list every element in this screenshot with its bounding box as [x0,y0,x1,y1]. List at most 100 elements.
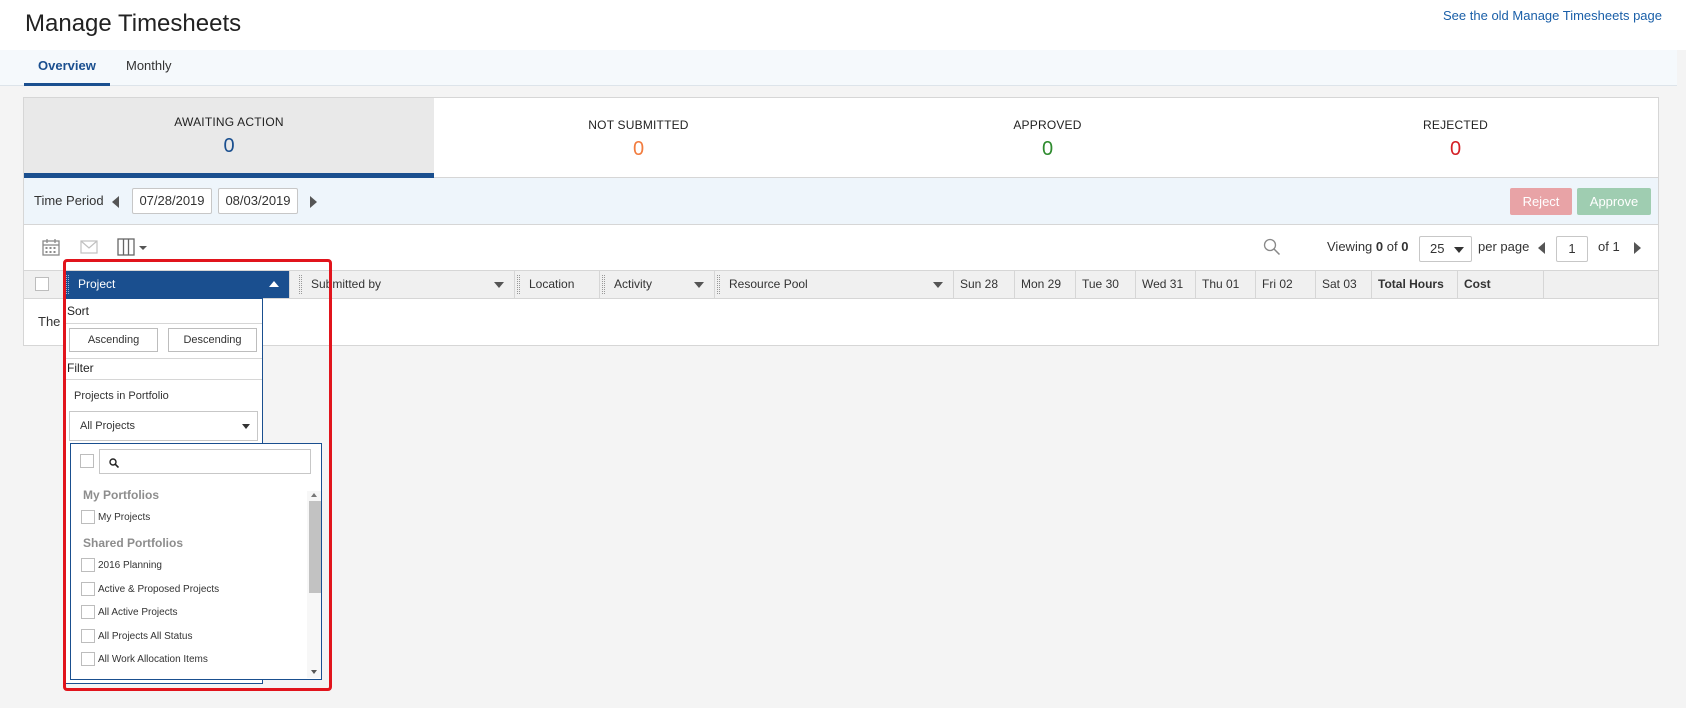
portfolio-item[interactable]: All Active Projects [81,604,177,620]
chevron-down-icon [242,424,250,429]
page-number-input[interactable]: 1 [1556,236,1588,262]
portfolio-item[interactable]: My Projects [81,509,150,525]
portfolio-item-label: All Work Allocation Items [98,653,208,665]
summary-card-rejected[interactable]: REJECTED 0 [1252,98,1659,178]
portfolio-item-label: Active & Proposed Projects [98,583,220,595]
group-heading-my-portfolios: My Portfolios [83,488,160,502]
divider [65,379,262,380]
portfolio-item-label: My Projects [98,511,151,523]
checkbox[interactable] [81,582,95,596]
portfolio-item[interactable]: All Projects All Status [81,628,192,644]
column-label: Location [529,277,575,291]
page-title: Manage Timesheets [25,10,242,37]
approve-button[interactable]: Approve [1577,188,1651,215]
portfolio-search-input[interactable] [99,449,311,474]
summary-card-awaiting-action[interactable]: AWAITING ACTION 0 [24,98,434,178]
reject-button[interactable]: Reject [1510,188,1572,215]
checkbox[interactable] [81,652,95,666]
previous-page-icon[interactable] [1538,242,1545,254]
column-header-total-hours[interactable]: Total Hours [1372,271,1458,298]
column-header-sat[interactable]: Sat 03 [1316,271,1372,298]
per-page-value: 25 [1430,241,1445,256]
column-header-wed[interactable]: Wed 31 [1136,271,1196,298]
period-end-date[interactable]: 08/03/2019 [218,188,298,214]
page-header [0,0,1686,50]
summary-count: 0 [632,138,645,160]
timesheet-panel: AWAITING ACTION 0 NOT SUBMITTED 0 APPROV… [23,97,1659,346]
summary-count: 0 [223,135,235,157]
sort-ascending-button[interactable]: Ascending [69,328,158,352]
filter-field-label: Projects in Portfolio [74,390,169,402]
tab-monthly[interactable]: Monthly [112,50,186,86]
divider [65,323,262,324]
scroll-thumb[interactable] [309,501,321,593]
next-period-icon[interactable] [310,196,317,208]
previous-period-icon[interactable] [112,196,119,208]
search-icon[interactable] [1263,238,1281,256]
viewing-prefix: Viewing [1327,239,1373,254]
column-header-cost[interactable]: Cost [1458,271,1544,298]
column-header-thu[interactable]: Thu 01 [1196,271,1256,298]
chevron-down-icon [494,282,504,288]
empty-grid-message: The [38,314,61,329]
filter-heading: Filter [67,361,94,375]
time-period-label: Time Period [34,193,104,208]
envelope-icon[interactable] [80,240,98,254]
columns-icon[interactable] [117,238,151,256]
per-page-select[interactable]: 25 [1419,236,1472,262]
checkbox[interactable] [81,629,95,643]
period-start-date[interactable]: 07/28/2019 [132,188,212,214]
summary-label: NOT SUBMITTED [588,118,689,132]
sort-descending-button[interactable]: Descending [168,328,257,352]
portfolio-list: My Portfolios My Projects Shared Portfol… [70,443,322,680]
checkbox[interactable] [81,558,95,572]
divider [65,358,262,359]
column-label: Activity [614,277,653,291]
summary-card-approved[interactable]: APPROVED 0 [843,98,1252,178]
scroll-down-icon[interactable] [310,669,318,675]
portfolio-item[interactable]: All Work Allocation Items [81,651,208,667]
column-header-mon[interactable]: Mon 29 [1015,271,1076,298]
next-page-icon[interactable] [1634,242,1641,254]
old-page-link[interactable]: See the old Manage Timesheets page [1443,8,1662,23]
chevron-up-icon [269,281,279,287]
grid-header: Project Submitted by Location Activity R… [24,270,1658,299]
select-all-checkbox[interactable] [35,277,49,291]
chevron-down-icon [933,282,943,288]
viewing-count: Viewing 0 of 0 [1327,239,1408,254]
scroll-up-icon[interactable] [310,492,318,498]
checkbox[interactable] [81,605,95,619]
column-header-location[interactable]: Location [515,271,600,298]
portfolio-item[interactable]: Active & Proposed Projects [81,581,219,597]
viewing-from: 0 [1375,239,1384,254]
select-all-cell [24,271,64,298]
column-label: Resource Pool [729,277,808,291]
per-page-label: per page [1478,239,1530,254]
column-header-sun[interactable]: Sun 28 [954,271,1015,298]
summary-card-not-submitted[interactable]: NOT SUBMITTED 0 [434,98,843,178]
portfolio-item-label: 2016 Planning [98,559,162,571]
summary-label: APPROVED [1013,118,1082,132]
page-count: of 1 [1598,239,1620,254]
portfolio-item-label: All Projects All Status [98,630,193,642]
checkbox[interactable] [81,510,95,524]
search-icon [109,458,119,468]
portfolio-item[interactable]: 2016 Planning [81,557,162,573]
summary-count: 0 [1041,138,1054,160]
column-header-project[interactable]: Project [64,271,290,298]
time-period-bar: Time Period 07/28/2019 08/03/2019 Reject… [24,178,1658,225]
chevron-down-icon [1454,247,1464,253]
portfolio-select-value: All Projects [80,420,136,432]
portfolio-item-label: All Active Projects [98,606,178,618]
list-scrollbar[interactable] [307,491,321,678]
column-header-submitted-by[interactable]: Submitted by [297,271,515,298]
column-header-resource-pool[interactable]: Resource Pool [715,271,954,298]
column-header-fri[interactable]: Fri 02 [1256,271,1316,298]
tab-overview[interactable]: Overview [24,50,110,86]
portfolio-select[interactable]: All Projects [69,411,258,441]
summary-count: 0 [1449,138,1462,160]
calendar-icon[interactable] [42,238,60,256]
column-header-activity[interactable]: Activity [600,271,715,298]
column-header-tue[interactable]: Tue 30 [1076,271,1136,298]
select-all-portfolios-checkbox[interactable] [80,454,94,468]
